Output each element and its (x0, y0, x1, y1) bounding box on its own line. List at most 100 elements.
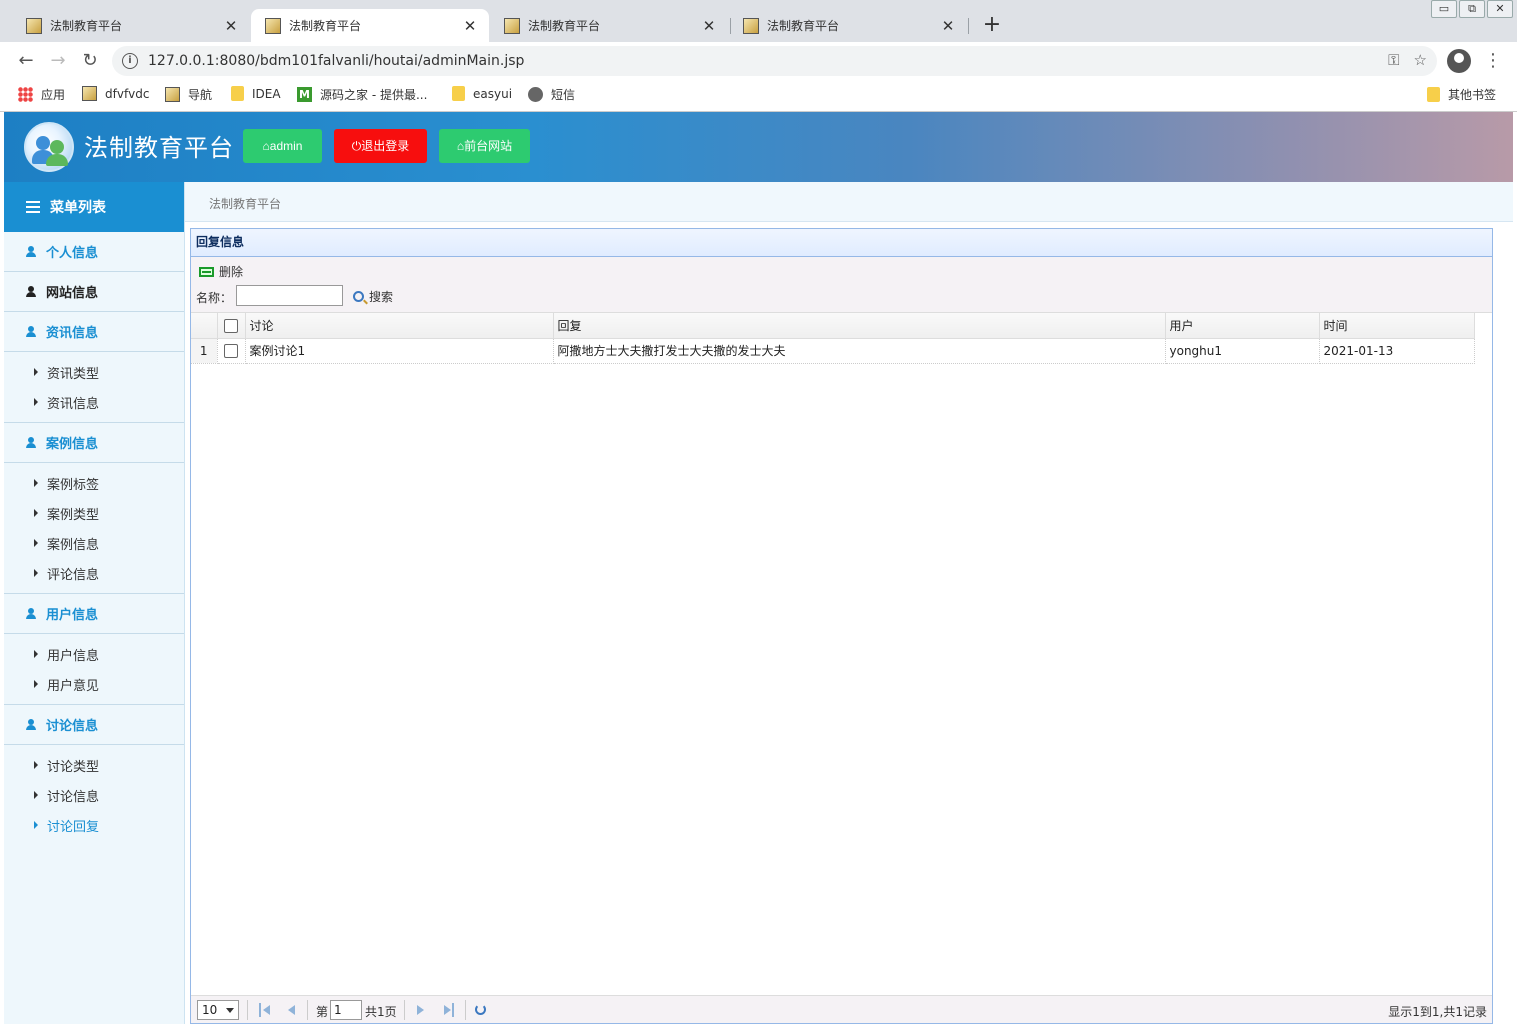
sidebar-group-discussions[interactable]: 讨论信息 (4, 705, 184, 745)
sidebar-group-personal[interactable]: 个人信息 (4, 232, 184, 272)
page-size-select[interactable]: 10 (197, 1000, 239, 1020)
site-favicon-icon (265, 17, 281, 34)
sidebar-group-users[interactable]: 用户信息 (4, 594, 184, 634)
sidebar-group-website[interactable]: 网站信息 (4, 272, 184, 312)
star-bookmark-icon[interactable]: ☆ (1414, 51, 1427, 69)
browser-tab[interactable]: 法制教育平台 ✕ (729, 9, 967, 42)
browser-menu-icon[interactable]: ⋮ (1484, 49, 1502, 73)
bookmark-apps[interactable]: 应用 (18, 86, 65, 103)
bookmark-item[interactable]: 短信 (528, 86, 575, 103)
new-tab-plus-icon[interactable]: + (980, 13, 1004, 37)
page-total: 共1页 (365, 1005, 397, 1019)
close-window-icon[interactable]: ✕ (1487, 0, 1513, 18)
first-page-icon[interactable] (259, 1003, 271, 1017)
sidebar-item-news-type[interactable]: 资讯类型 (4, 357, 184, 387)
tab-close-icon[interactable]: ✕ (222, 17, 240, 35)
record-info: 显示1到1,共1记录 (1388, 1005, 1487, 1019)
bookmark-folder[interactable]: easyui (452, 86, 512, 101)
column-header-time[interactable]: 时间 (1319, 313, 1475, 339)
menu-header: 菜单列表 (4, 182, 184, 232)
sidebar-item-user-feedback[interactable]: 用户意见 (4, 669, 184, 699)
sidebar-item-discussion-info[interactable]: 讨论信息 (4, 780, 184, 810)
folder-icon (1427, 87, 1440, 102)
bookmark-folder[interactable]: IDEA (231, 86, 281, 101)
bookmark-item[interactable]: dfvfvdc (82, 86, 149, 101)
other-bookmarks[interactable]: 其他书签 (1427, 86, 1496, 103)
sidebar-item-discussion-type[interactable]: 讨论类型 (4, 750, 184, 780)
key-icon[interactable]: ⚿ (1388, 51, 1399, 69)
column-header-reply[interactable]: 回复 (553, 313, 1166, 339)
tab-close-icon[interactable]: ✕ (461, 17, 479, 35)
grid-header-row: 讨论 回复 用户 时间 (191, 313, 1475, 339)
sidebar-item-comments[interactable]: 评论信息 (4, 558, 184, 588)
bookmark-item[interactable]: 导航 (165, 86, 212, 103)
search-icon (353, 291, 364, 302)
refresh-icon[interactable] (475, 1004, 486, 1015)
bookmark-item[interactable]: M 源码之家 - 提供最... (297, 86, 427, 103)
search-label: 名称： (196, 291, 233, 305)
minimize-icon[interactable]: ▭ (1431, 0, 1457, 18)
tab-close-icon[interactable]: ✕ (700, 17, 718, 35)
sidebar-item-user-info[interactable]: 用户信息 (4, 639, 184, 669)
back-arrow-icon[interactable]: ← (14, 49, 38, 73)
caret-right-icon (34, 569, 38, 577)
frontend-site-button[interactable]: ⌂前台网站 (439, 129, 530, 163)
table-row[interactable]: 1 案例讨论1 阿撒地方士大夫撒打发士大夫撒的发士大夫 yonghu1 2021… (191, 338, 1475, 364)
row-checkbox[interactable] (224, 343, 238, 358)
power-icon: ⏻ (351, 139, 362, 153)
tab-title: 法制教育平台 (289, 19, 362, 33)
sidebar-item-case-tags[interactable]: 案例标签 (4, 468, 184, 498)
admin-button[interactable]: ⌂admin (243, 129, 322, 163)
browser-tab[interactable]: 法制教育平台 ✕ (490, 9, 728, 42)
forward-arrow-icon[interactable]: → (46, 49, 70, 73)
column-header-user[interactable]: 用户 (1165, 313, 1320, 339)
account-avatar-icon[interactable] (1447, 49, 1471, 73)
prev-page-icon[interactable] (286, 1003, 298, 1017)
page-prefix: 第 (316, 1005, 329, 1019)
browser-chrome: 法制教育平台 ✕ 法制教育平台 ✕ 法制教育平台 ✕ 法制教育平台 ✕ + ▭ … (0, 0, 1517, 112)
sidebar-group-news[interactable]: 资讯信息 (4, 312, 184, 352)
window-controls: ▭ ⧉ ✕ (1429, 0, 1513, 18)
caret-right-icon (34, 509, 38, 517)
site-info-icon[interactable]: i (122, 53, 138, 69)
sidebar-item-case-info[interactable]: 案例信息 (4, 528, 184, 558)
panel-title: 回复信息 (191, 229, 1492, 257)
last-page-icon[interactable] (442, 1003, 454, 1017)
tab-title: 法制教育平台 (528, 19, 601, 33)
sidebar-group-cases[interactable]: 案例信息 (4, 423, 184, 463)
browser-tab[interactable]: 法制教育平台 ✕ (12, 9, 250, 42)
page-number-input[interactable]: 1 (330, 1000, 362, 1020)
next-page-icon[interactable] (415, 1003, 427, 1017)
tab-close-icon[interactable]: ✕ (939, 17, 957, 35)
globe-icon (528, 87, 543, 102)
select-all-checkbox[interactable] (224, 318, 238, 333)
home-icon: ⌂ (262, 139, 270, 153)
user-icon (26, 286, 36, 297)
reload-icon[interactable]: ↻ (78, 49, 102, 73)
user-icon (26, 719, 36, 730)
site-favicon-icon (26, 17, 42, 34)
cell-user: yonghu1 (1165, 338, 1320, 364)
sidebar-item-case-type[interactable]: 案例类型 (4, 498, 184, 528)
sidebar-item-discussion-reply[interactable]: 讨论回复 (4, 810, 184, 840)
search-input[interactable] (236, 285, 343, 306)
users-logo-icon (24, 122, 74, 172)
url-text: 127.0.0.1:8080/bdm101falvanli/houtai/adm… (148, 53, 525, 69)
logout-button[interactable]: ⏻退出登录 (334, 129, 427, 163)
user-icon (26, 608, 36, 619)
address-bar[interactable]: i 127.0.0.1:8080/bdm101falvanli/houtai/a… (112, 46, 1437, 76)
pager-divider (247, 1000, 248, 1020)
browser-tab-active[interactable]: 法制教育平台 ✕ (251, 9, 489, 42)
delete-button[interactable]: 删除 (199, 263, 243, 280)
cell-time: 2021-01-13 (1319, 338, 1475, 364)
user-icon (26, 326, 36, 337)
user-icon (26, 437, 36, 448)
column-header-discussion[interactable]: 讨论 (245, 313, 554, 339)
sidebar-item-news-info[interactable]: 资讯信息 (4, 387, 184, 417)
site-favicon-icon (504, 17, 520, 34)
user-icon (26, 246, 36, 257)
search-button[interactable]: 搜索 (353, 288, 393, 305)
caret-right-icon (34, 368, 38, 376)
restore-icon[interactable]: ⧉ (1459, 0, 1485, 18)
site-favicon-icon (165, 87, 180, 102)
